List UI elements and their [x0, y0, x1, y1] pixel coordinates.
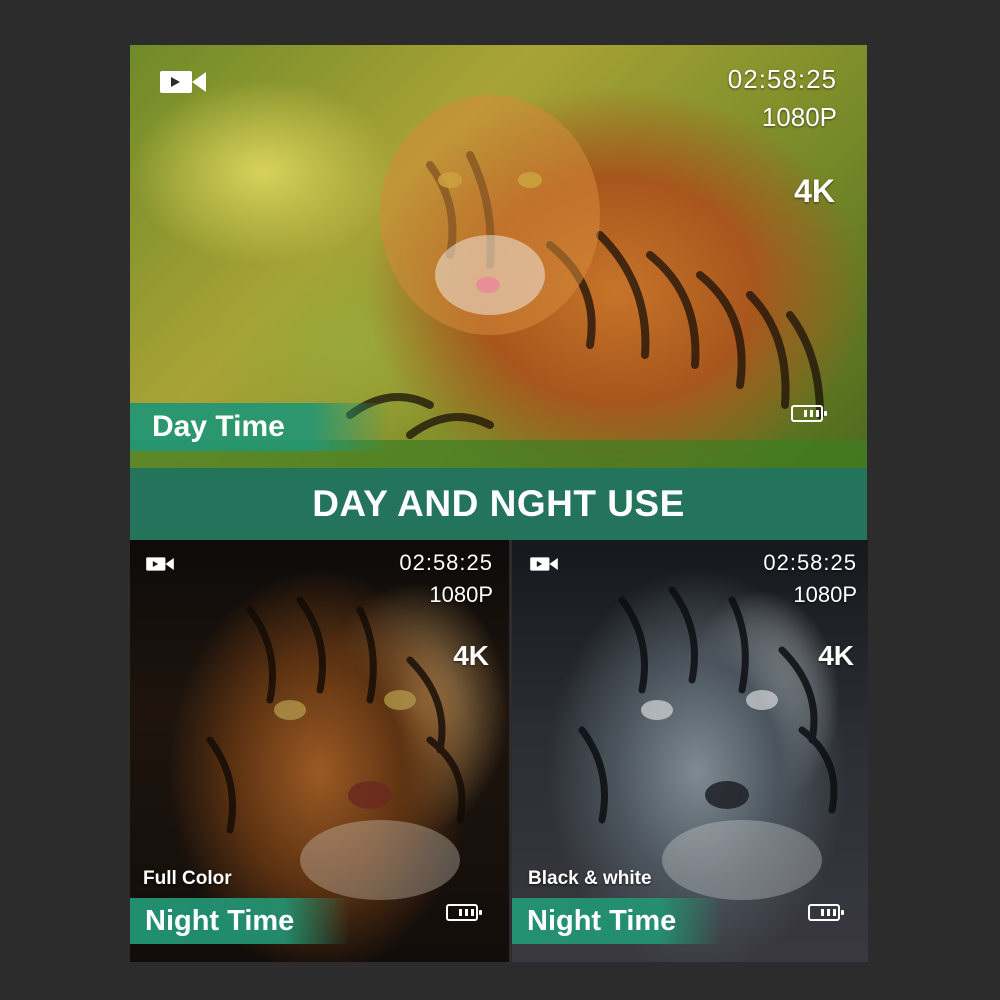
quality-label: 4K — [794, 173, 835, 209]
night-time-label-text: Night Time — [145, 905, 295, 937]
night-time-label: Night Time — [130, 898, 350, 944]
quality-label: 4K — [818, 640, 854, 671]
night-time-label-text: Night Time — [527, 905, 677, 937]
video-camera-icon — [529, 555, 559, 578]
video-camera-icon — [145, 555, 175, 578]
day-time-label: Day Time — [130, 403, 390, 451]
recording-time: 02:58:25 — [399, 550, 493, 575]
day-time-label-text: Day Time — [152, 410, 285, 443]
day-time-panel: 02:58:25 1080P 4K Day Time — [130, 45, 867, 468]
resolution-label: 1080P — [793, 582, 857, 607]
recording-time: 02:58:25 — [727, 64, 837, 94]
battery-icon — [791, 405, 827, 422]
banner: DAY AND NGHT USE — [130, 468, 867, 540]
banner-title: DAY AND NGHT USE — [312, 483, 685, 524]
night-full-color-panel: 02:58:25 1080P 4K Full Color Night Time — [130, 540, 509, 962]
recording-time: 02:58:25 — [763, 550, 857, 575]
quality-label: 4K — [453, 640, 489, 671]
night-time-label: Night Time — [512, 898, 722, 944]
mode-caption: Full Color — [143, 868, 232, 889]
resolution-label: 1080P — [761, 102, 837, 132]
mode-caption: Black & white — [528, 868, 652, 889]
battery-icon — [808, 904, 844, 921]
video-camera-icon — [158, 67, 208, 102]
resolution-label: 1080P — [429, 582, 493, 607]
night-black-white-panel: 02:58:25 1080P 4K Black & white Night Ti… — [512, 540, 868, 962]
battery-icon — [446, 904, 482, 921]
